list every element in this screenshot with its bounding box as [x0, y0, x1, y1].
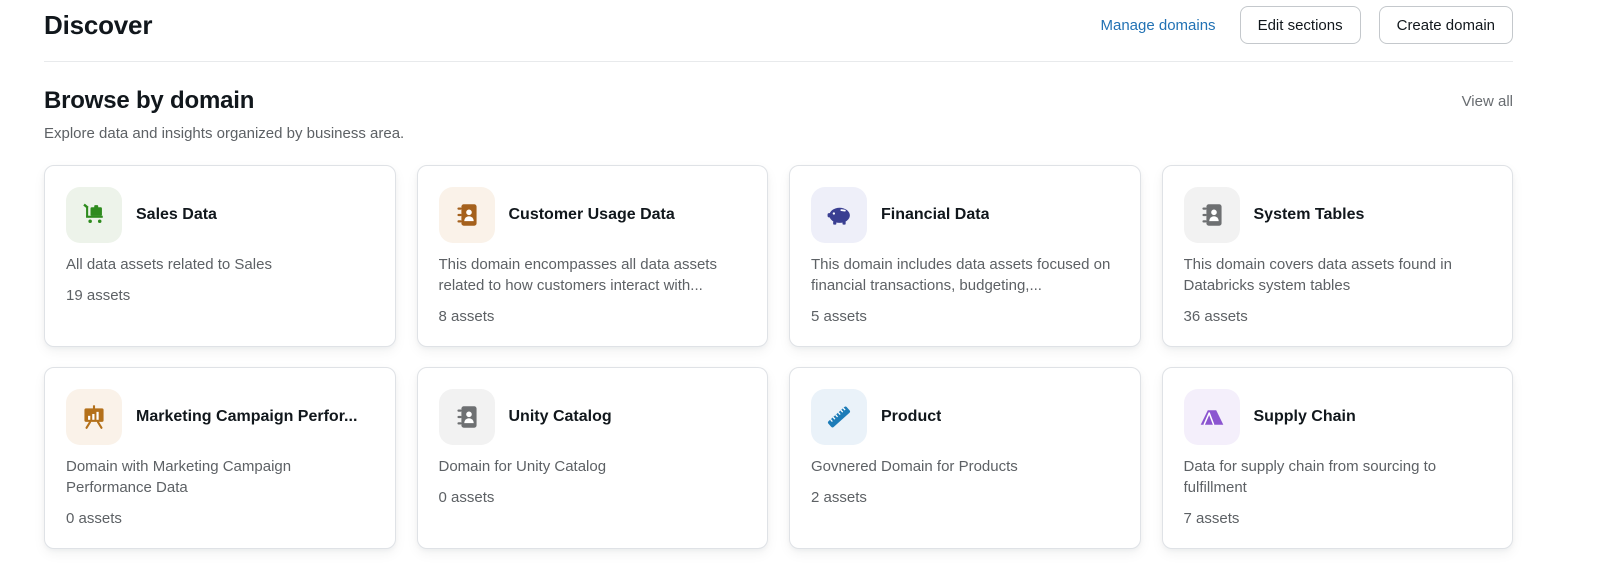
- domain-card-title: Marketing Campaign Perfor...: [136, 408, 358, 425]
- domain-card-asset-count: 0 assets: [66, 510, 122, 527]
- domain-card-header: Financial Data: [811, 187, 1119, 243]
- domain-card-header: System Tables: [1183, 187, 1492, 243]
- domain-card-description: This domain encompasses all data assets …: [438, 256, 717, 294]
- domain-card-description: This domain includes data assets focused…: [811, 256, 1111, 294]
- domain-card-description: This domain covers data assets found in …: [1183, 256, 1452, 294]
- domain-card[interactable]: Sales Data All data assets related to Sal…: [44, 165, 396, 347]
- domain-card[interactable]: System Tables This domain covers data ass…: [1161, 165, 1513, 347]
- domain-card-description: Govnered Domain for Products: [811, 458, 1018, 475]
- browse-section-header: Browse by domain View all: [44, 87, 1513, 115]
- luggage-cart-icon: [83, 203, 103, 224]
- domain-icon-tile: [438, 187, 495, 243]
- domain-card-header: Supply Chain: [1183, 389, 1492, 445]
- domain-icon-tile: [1183, 389, 1240, 445]
- domain-card-title: Product: [881, 408, 942, 425]
- domain-icon-tile: [811, 389, 867, 445]
- domain-card[interactable]: Marketing Campaign Perfor... Domain with …: [44, 367, 396, 549]
- domain-card-description: Domain for Unity Catalog: [438, 458, 607, 475]
- domain-card-header: Product: [811, 389, 1119, 445]
- domain-card-header: Customer Usage Data: [438, 187, 747, 243]
- address-book-icon: [456, 406, 477, 428]
- domain-card-description: Data for supply chain from sourcing to f…: [1183, 458, 1437, 496]
- domain-card-title: Supply Chain: [1253, 408, 1356, 425]
- domain-card-asset-count: 19 assets: [66, 287, 131, 304]
- presentation-chart-icon: [84, 405, 104, 429]
- domain-card-header: Sales Data: [66, 187, 374, 243]
- domain-card-title: System Tables: [1253, 206, 1365, 223]
- address-book-icon: [1201, 204, 1222, 226]
- tent-icon: [1200, 410, 1223, 426]
- domain-card-description: All data assets related to Sales: [66, 256, 272, 273]
- domain-card-asset-count: 2 assets: [811, 489, 867, 506]
- domain-card-title: Customer Usage Data: [508, 206, 675, 223]
- domain-card[interactable]: Customer Usage Data This domain encompass…: [416, 165, 768, 347]
- domain-card[interactable]: Supply Chain Data for supply chain from s…: [1161, 367, 1513, 549]
- create-domain-button[interactable]: Create domain: [1378, 6, 1513, 44]
- domain-card[interactable]: Product Govnered Domain for Products 2 ass…: [789, 367, 1141, 549]
- ruler-icon: [828, 406, 850, 428]
- domain-card-asset-count: 5 assets: [811, 308, 867, 325]
- address-book-icon: [456, 204, 477, 226]
- domain-icon-tile: [66, 187, 122, 243]
- domain-card-asset-count: 7 assets: [1183, 510, 1240, 527]
- domain-card-header: Unity Catalog: [438, 389, 747, 445]
- domain-icon-tile: [1183, 187, 1240, 243]
- header-actions: Manage domains Edit sections Create doma…: [1094, 6, 1513, 44]
- piggy-bank-icon: [827, 207, 850, 225]
- domain-card-title: Sales Data: [136, 206, 217, 223]
- domain-icon-tile: [811, 187, 867, 243]
- edit-sections-button[interactable]: Edit sections: [1239, 6, 1361, 44]
- page-header: Discover Manage domains Edit sections Cr…: [44, 6, 1513, 44]
- domain-card-asset-count: 8 assets: [438, 308, 495, 325]
- manage-domains-link[interactable]: Manage domains: [1094, 17, 1221, 34]
- domain-card-asset-count: 0 assets: [438, 489, 495, 506]
- domain-card[interactable]: Financial Data This domain includes data …: [789, 165, 1141, 347]
- domain-card[interactable]: Unity Catalog Domain for Unity Catalog 0 a…: [416, 367, 768, 549]
- browse-section-subtitle: Explore data and insights organized by b…: [44, 125, 405, 142]
- domain-icon-tile: [66, 389, 122, 445]
- browse-section-title: Browse by domain: [44, 87, 255, 114]
- view-all-link[interactable]: View all: [1462, 93, 1513, 110]
- domain-card-asset-count: 36 assets: [1183, 308, 1248, 325]
- domain-card-description: Domain with Marketing Campaign Performan…: [66, 458, 292, 496]
- discover-page: Discover Manage domains Edit sections Cr…: [0, 0, 1600, 573]
- header-divider: [44, 61, 1513, 62]
- domain-card-title: Unity Catalog: [508, 408, 612, 425]
- domain-card-header: Marketing Campaign Perfor...: [66, 389, 374, 445]
- page-title: Discover: [44, 9, 153, 40]
- domain-cards-grid: Sales Data All data assets related to Sal…: [44, 165, 1513, 549]
- domain-icon-tile: [438, 389, 495, 445]
- domain-card-title: Financial Data: [881, 206, 990, 223]
